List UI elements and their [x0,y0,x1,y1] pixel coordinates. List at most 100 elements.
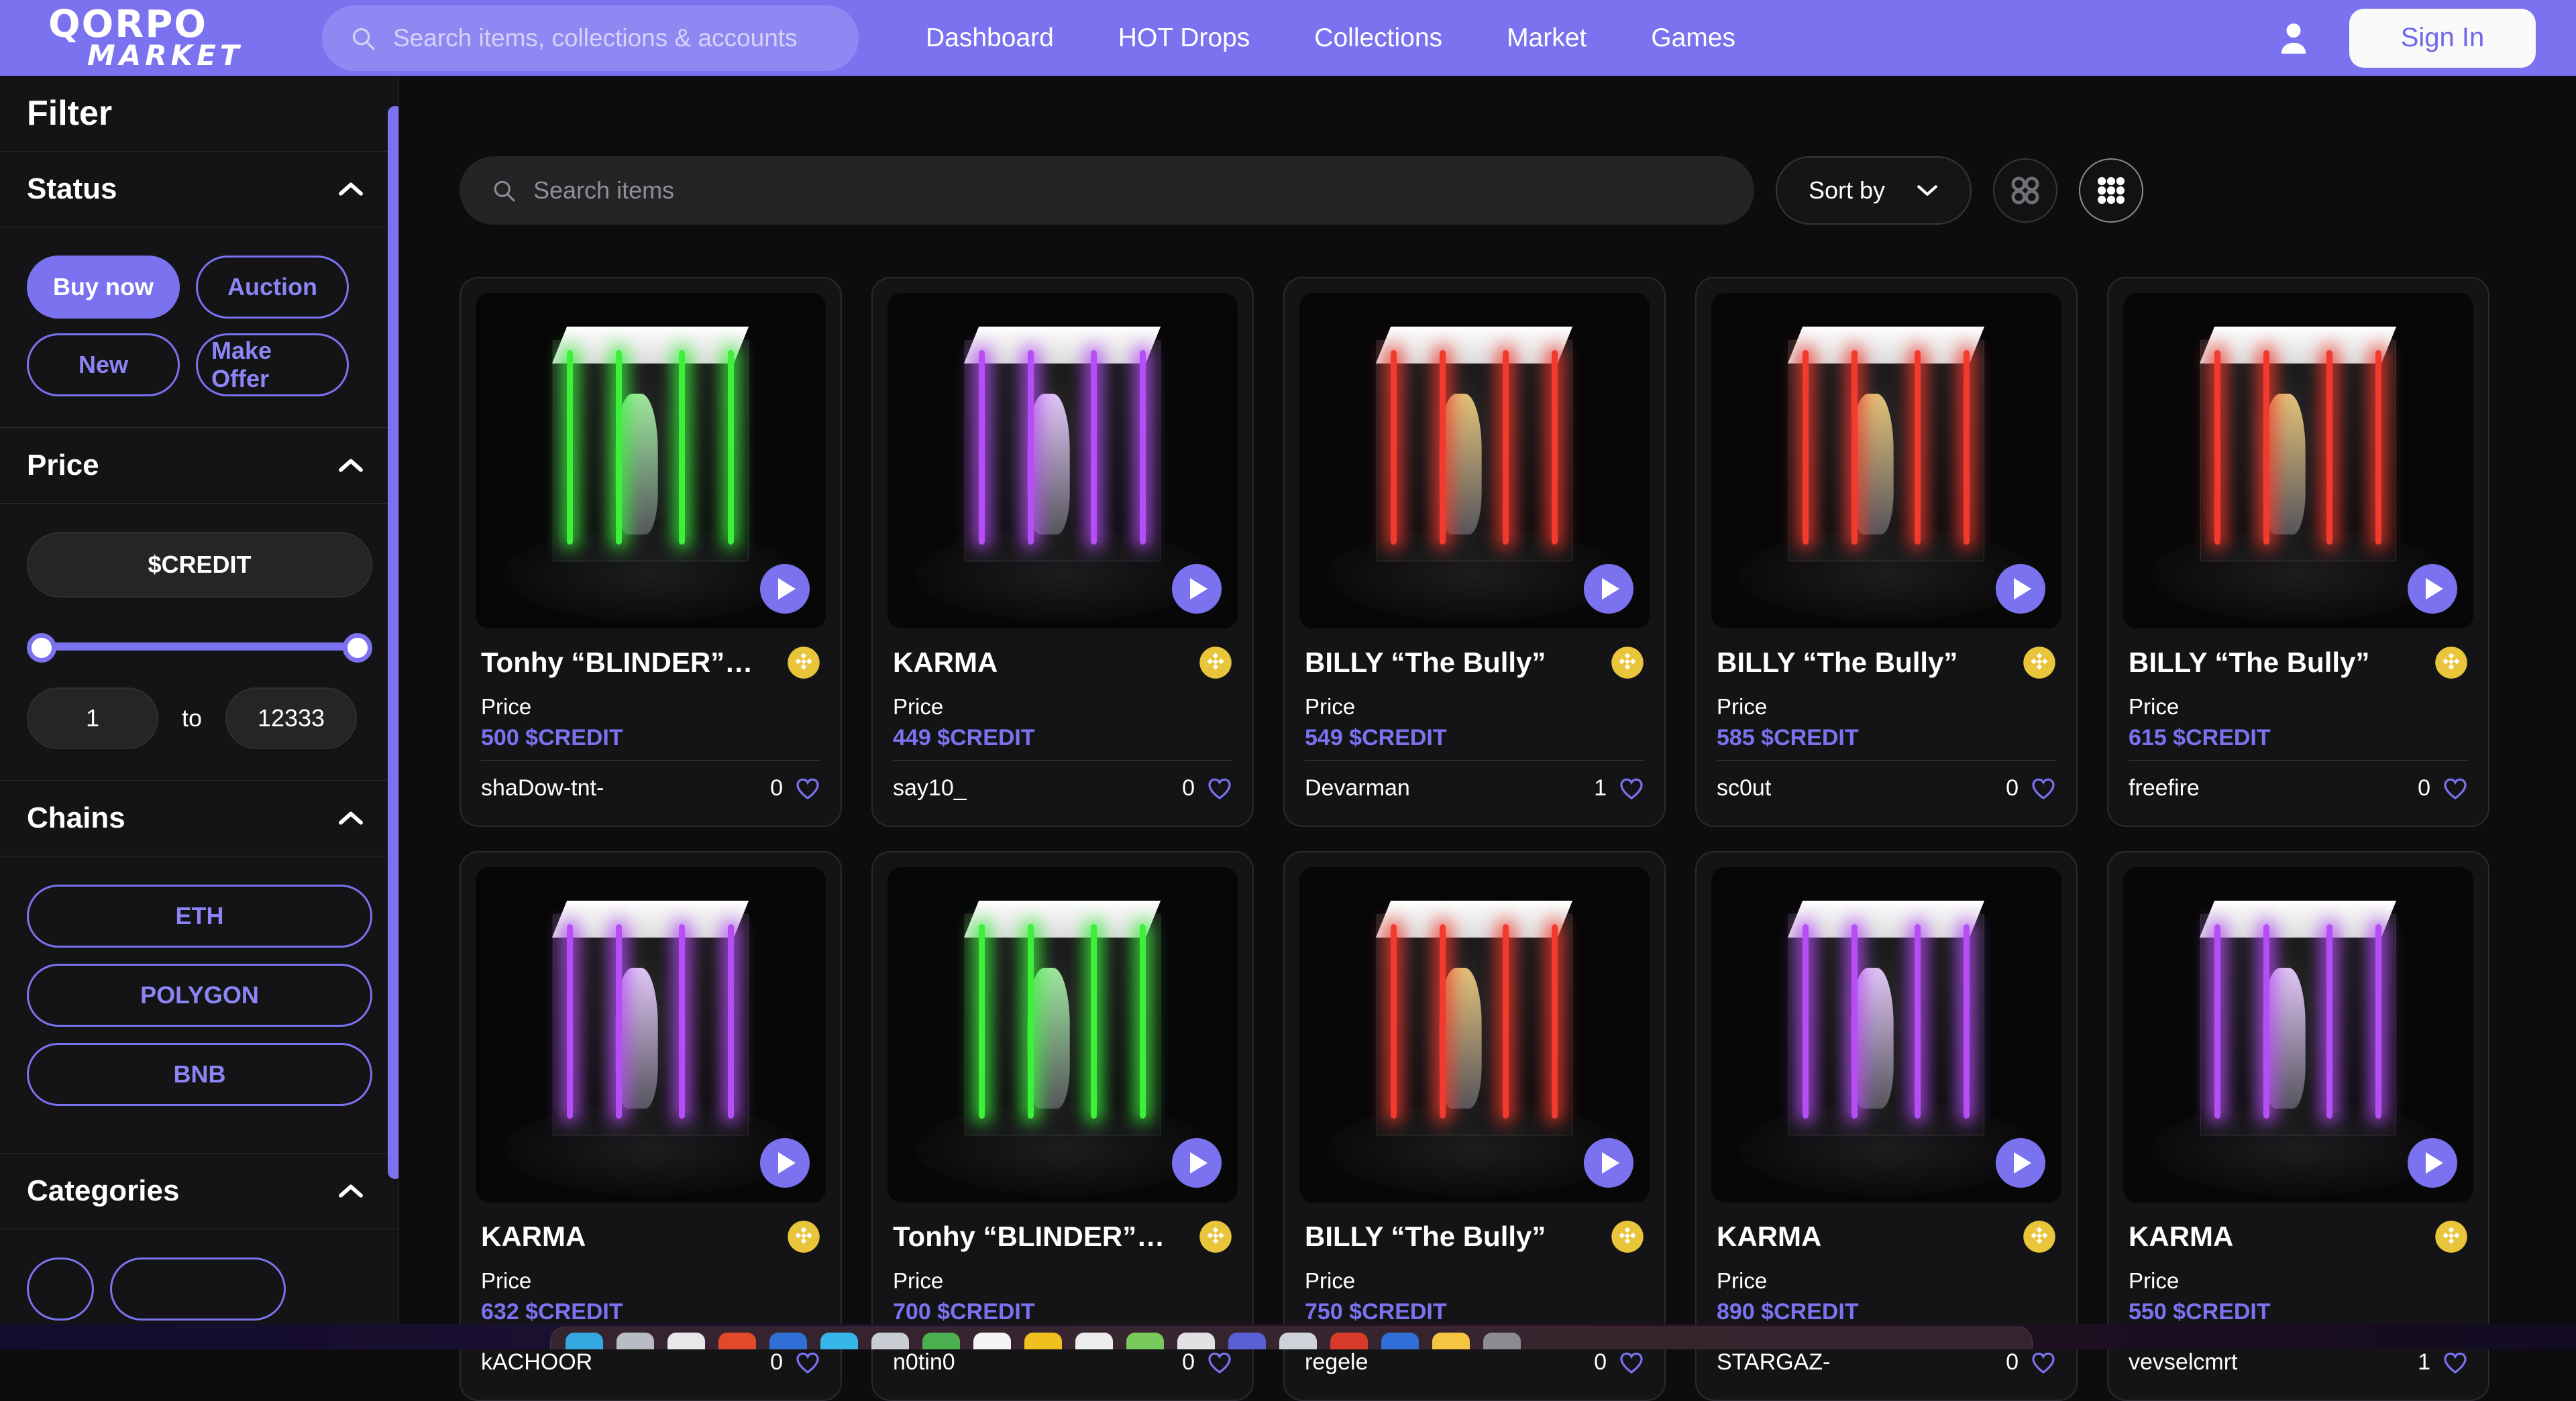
heart-icon[interactable] [795,1350,820,1374]
item-seller[interactable]: shaDow-tnt- [481,775,604,801]
dock-app-icon[interactable] [769,1333,807,1349]
heart-icon[interactable] [2443,776,2468,800]
price-min-input[interactable] [27,687,158,749]
slider-handle-max[interactable] [343,633,372,663]
items-search-input[interactable]: Search items [460,156,1754,225]
sign-in-button[interactable]: Sign In [2349,9,2536,68]
chain-chip-bnb[interactable]: BNB [27,1043,372,1106]
nav-item-hot-drops[interactable]: HOT Drops [1118,23,1250,53]
item-preview-image[interactable] [888,867,1238,1202]
dock-app-icon[interactable] [1330,1333,1368,1349]
like-group[interactable]: 0 [1182,1349,1232,1376]
global-search[interactable]: Search items, collections & accounts [322,5,859,71]
play-preview-button[interactable] [2408,564,2457,614]
item-seller[interactable]: STARGAZ- [1717,1349,1830,1376]
item-seller[interactable]: regele [1305,1349,1368,1376]
like-group[interactable]: 0 [2006,1349,2056,1376]
item-card[interactable]: KARMAPrice550 $CREDITvevselcmrt1 [2107,851,2489,1401]
play-preview-button[interactable] [1584,564,1633,614]
heart-icon[interactable] [1207,1350,1232,1374]
item-card[interactable]: KARMAPrice449 $CREDITsay10_0 [871,277,1254,827]
item-preview-image[interactable] [1299,293,1650,628]
dock-app-icon[interactable] [1126,1333,1164,1349]
like-group[interactable]: 0 [770,775,820,801]
play-preview-button[interactable] [2408,1138,2457,1188]
play-preview-button[interactable] [1172,1138,1222,1188]
filter-section-status-header[interactable]: Status [0,152,399,227]
filter-section-chains-header[interactable]: Chains [0,781,399,856]
like-group[interactable]: 0 [1182,775,1232,801]
sort-by-dropdown[interactable]: Sort by [1776,156,1972,225]
item-card[interactable]: Tonhy “BLINDER”…Price700 $CREDITn0tin00 [871,851,1254,1401]
dock-app-icon[interactable] [616,1333,654,1349]
dock-app-icon[interactable] [1381,1333,1419,1349]
item-preview-image[interactable] [1711,293,2061,628]
dock-app-icon[interactable] [1483,1333,1521,1349]
chain-chip-polygon[interactable]: POLYGON [27,964,372,1027]
category-chip-2[interactable] [110,1257,286,1321]
item-preview-image[interactable] [476,867,826,1202]
item-card[interactable]: BILLY “The Bully”Price750 $CREDITregele0 [1283,851,1666,1401]
dock-app-icon[interactable] [566,1333,603,1349]
nav-item-dashboard[interactable]: Dashboard [926,23,1054,53]
play-preview-button[interactable] [760,564,810,614]
status-chip-auction[interactable]: Auction [196,256,349,319]
dock-app-icon[interactable] [922,1333,960,1349]
status-chip-make-offer[interactable]: Make Offer [196,333,349,396]
nav-item-games[interactable]: Games [1651,23,1735,53]
like-group[interactable]: 0 [770,1349,820,1376]
like-group[interactable]: 0 [2418,775,2468,801]
heart-icon[interactable] [2031,776,2056,800]
view-toggle-grid-4[interactable] [1993,158,2057,223]
nav-item-collections[interactable]: Collections [1314,23,1442,53]
dock-app-icon[interactable] [820,1333,858,1349]
heart-icon[interactable] [2031,1350,2056,1374]
item-card[interactable]: BILLY “The Bully”Price585 $CREDITsc0ut0 [1695,277,2078,827]
dock-app-icon[interactable] [1228,1333,1266,1349]
user-account-icon[interactable] [2278,21,2309,56]
dock-app-icon[interactable] [718,1333,756,1349]
item-card[interactable]: KARMAPrice632 $CREDITkACHOOR0 [460,851,842,1401]
heart-icon[interactable] [1619,776,1644,800]
dock-app-icon[interactable] [1177,1333,1215,1349]
item-card[interactable]: Tonhy “BLINDER”…Price500 $CREDITshaDow-t… [460,277,842,827]
filter-section-price-header[interactable]: Price [0,428,399,503]
status-chip-new[interactable]: New [27,333,180,396]
item-seller[interactable]: kACHOOR [481,1349,592,1376]
like-group[interactable]: 0 [1594,1349,1644,1376]
play-preview-button[interactable] [760,1138,810,1188]
view-toggle-grid-9[interactable] [2079,158,2143,223]
price-range-slider[interactable] [27,624,372,669]
item-preview-image[interactable] [2123,293,2473,628]
brand-logo[interactable]: QORPO MARKET [48,8,250,68]
filter-section-categories-header[interactable]: Categories [0,1154,399,1229]
heart-icon[interactable] [795,776,820,800]
item-card[interactable]: KARMAPrice890 $CREDITSTARGAZ-0 [1695,851,2078,1401]
heart-icon[interactable] [1207,776,1232,800]
dock-app-icon[interactable] [1075,1333,1113,1349]
dock-app-icon[interactable] [1432,1333,1470,1349]
item-seller[interactable]: say10_ [893,775,967,801]
dock-app-icon[interactable] [973,1333,1011,1349]
item-seller[interactable]: sc0ut [1717,775,1771,801]
item-preview-image[interactable] [1299,867,1650,1202]
play-preview-button[interactable] [1172,564,1222,614]
play-preview-button[interactable] [1584,1138,1633,1188]
item-preview-image[interactable] [2123,867,2473,1202]
item-seller[interactable]: n0tin0 [893,1349,955,1376]
slider-handle-min[interactable] [27,633,56,663]
item-preview-image[interactable] [1711,867,2061,1202]
item-preview-image[interactable] [476,293,826,628]
currency-selector[interactable]: $CREDIT [27,532,372,598]
like-group[interactable]: 0 [2006,775,2056,801]
play-preview-button[interactable] [1996,564,2045,614]
like-group[interactable]: 1 [1594,775,1644,801]
item-seller[interactable]: vevselcmrt [2129,1349,2237,1376]
heart-icon[interactable] [1619,1350,1644,1374]
item-card[interactable]: BILLY “The Bully”Price615 $CREDITfreefir… [2107,277,2489,827]
heart-icon[interactable] [2443,1350,2468,1374]
nav-item-market[interactable]: Market [1507,23,1587,53]
item-seller[interactable]: freefire [2129,775,2200,801]
item-seller[interactable]: Devarman [1305,775,1410,801]
like-group[interactable]: 1 [2418,1349,2468,1376]
